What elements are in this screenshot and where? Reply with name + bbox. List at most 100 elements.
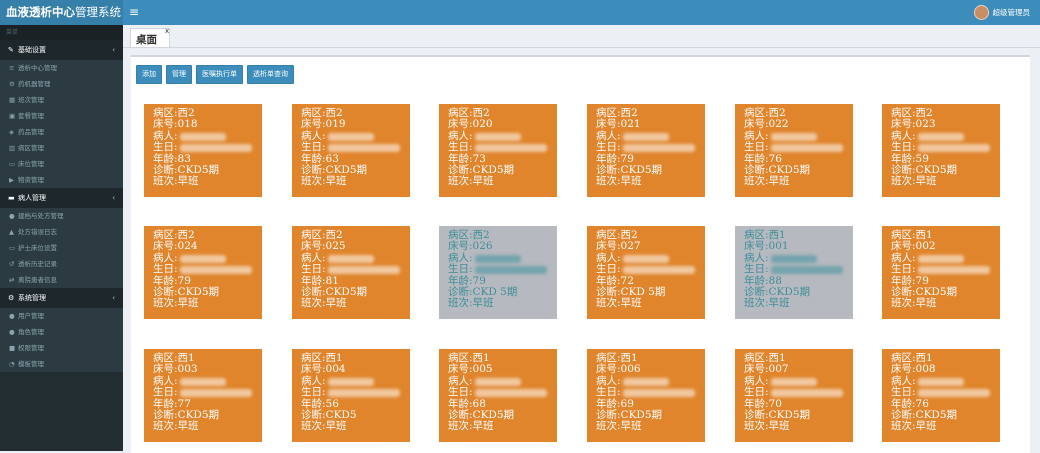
sidebar-item-label: 透析中心管理 xyxy=(18,64,57,72)
redacted-value xyxy=(179,254,226,263)
field-value: 027 xyxy=(620,240,641,253)
tab-desktop[interactable]: 桌面 x xyxy=(130,27,170,47)
patient-card[interactable]: 病区: 西2 床号:025 病人: 生日: 年龄:81 诊断: CKD5期 班次: 早班 xyxy=(292,226,410,319)
field-value: 早班 xyxy=(177,297,199,310)
patient-card[interactable]: 病区: 西2 床号:021 病人: 生日: 年龄:79 诊断: CKD5期 班次: 早班 xyxy=(587,104,705,197)
sidebar-item[interactable]: ▦ 班次管理 xyxy=(0,92,123,108)
patient-card[interactable]: 病区: 西2 床号:026 病人: 生日: 年龄:79 诊断: CKD 5期 班次: 早班 xyxy=(439,226,557,319)
card-line-birth: 生日: xyxy=(891,263,1000,275)
field-label: 生日 xyxy=(301,386,322,399)
patient-card[interactable]: 病区: 西2 床号:023 病人: 生日: 年龄:59 诊断: CKD5期 班次: 早班 xyxy=(882,104,1000,197)
patient-card[interactable]: 病区: 西1 床号:007 病人: 生日: 年龄:70 诊断: CKD5期 班次: 早班 xyxy=(735,349,853,442)
dialysis-query-button[interactable]: 透析单查询 xyxy=(247,65,294,84)
orders-execution-button[interactable]: 医嘱执行单 xyxy=(196,65,243,84)
field-value: 026 xyxy=(472,240,493,253)
redacted-value xyxy=(622,254,669,263)
close-icon[interactable]: x xyxy=(165,27,169,35)
field-label: 班次 xyxy=(891,420,912,433)
field-label: 班次 xyxy=(744,175,765,188)
card-line-birth: 生日: xyxy=(153,386,262,399)
sidebar-item-label: 处方错误日志 xyxy=(18,228,57,236)
patient-card[interactable]: 病区: 西1 床号:006 病人: 生日: 年龄:69 诊断: CKD5期 班次: 早班 xyxy=(587,349,705,442)
field-value: 早班 xyxy=(768,297,790,310)
field-value: 早班 xyxy=(325,297,347,310)
card-line-birth: 生日: xyxy=(448,386,557,399)
card-line-birth: 生日: xyxy=(744,141,853,153)
sidebar-item[interactable]: ⇄ 离院患者信息 xyxy=(0,272,123,288)
field-separator: : xyxy=(469,386,473,399)
patient-card[interactable]: 病区: 西2 床号:027 病人: 生日: 年龄:72 诊断: CKD 5期 班次: 早班 xyxy=(587,226,705,319)
field-value: 早班 xyxy=(620,297,642,310)
sidebar-item[interactable]: ≡ 透析中心管理 xyxy=(0,60,123,76)
user-menu[interactable]: 超级管理员 xyxy=(973,0,1030,25)
field-separator: : xyxy=(765,386,769,399)
sidebar-item[interactable]: ▭ 护士床位设置 xyxy=(0,240,123,256)
chevron-left-icon: ‹ xyxy=(112,294,115,302)
patient-card[interactable]: 病区: 西1 床号:004 病人: 生日: 年龄:56 诊断: CKD5 班次: 早班 xyxy=(292,349,410,442)
field-separator: : xyxy=(174,386,178,399)
field-value: 025 xyxy=(325,240,346,253)
add-button[interactable]: 添加 xyxy=(136,65,162,84)
patient-card[interactable]: 病区: 西1 床号:002 病人: 生日: 年龄:79 诊断: CKD5期 班次: 早班 xyxy=(882,226,1000,319)
field-label: 生日 xyxy=(448,386,469,399)
sidebar-item[interactable]: ⚙ 药机器管理 xyxy=(0,76,123,92)
field-label: 生日 xyxy=(891,141,912,154)
field-label: 班次 xyxy=(301,420,322,433)
patient-card[interactable]: 病区: 西2 床号:024 病人: 生日: 年龄:79 诊断: CKD5期 班次: 早班 xyxy=(144,226,262,319)
patient-card[interactable]: 病区: 西2 床号:019 病人: 生日: 年龄:63 诊断: CKD5期 班次: 早班 xyxy=(292,104,410,197)
sidebar-group-2[interactable]: ⚙ 系统管理 ‹ xyxy=(0,288,123,308)
patient-card[interactable]: 病区: 西1 床号:001 病人: 生日: 年龄:88 诊断: CKD5期 班次: 早班 xyxy=(735,226,853,319)
card-line-shift: 班次: 早班 xyxy=(596,297,705,310)
card-line-shift: 班次: 早班 xyxy=(891,420,1000,433)
redacted-value xyxy=(917,377,964,386)
menu-toggle-icon[interactable]: ≡ xyxy=(129,0,139,25)
field-separator: : xyxy=(322,263,326,276)
sidebar-item[interactable]: ▥ 病区管理 xyxy=(0,140,123,156)
sidebar-item[interactable]: ↺ 透析历史记录 xyxy=(0,256,123,272)
sidebar-item[interactable]: ▶ 物资管理 xyxy=(0,172,123,188)
sidebar-item[interactable]: ● 建档与处方管理 xyxy=(0,208,123,224)
patient-card[interactable]: 病区: 西1 床号:005 病人: 生日: 年龄:68 诊断: CKD5期 班次: 早班 xyxy=(439,349,557,442)
card-line-birth: 生日: xyxy=(891,386,1000,398)
field-separator: : xyxy=(174,141,178,154)
field-value: 早班 xyxy=(620,420,642,433)
patient-card[interactable]: 病区: 西2 床号:022 病人: 生日: 年龄:76 诊断: CKD5期 班次: 早班 xyxy=(735,104,853,197)
sidebar-item[interactable]: ▲ 处方错误日志 xyxy=(0,224,123,240)
manage-button[interactable]: 管理 xyxy=(166,65,192,84)
field-value: 020 xyxy=(472,118,493,131)
tab-bar: 桌面 x xyxy=(123,25,1040,48)
sidebar-group-0[interactable]: ✎ 基础设置 ‹ xyxy=(0,40,123,60)
patient-card[interactable]: 病区: 西2 床号:020 病人: 生日: 年龄:73 诊断: CKD5期 班次: 早班 xyxy=(439,104,557,197)
redacted-value xyxy=(474,132,521,141)
sidebar-header: 菜单 xyxy=(0,25,123,40)
card-line-birth: 生日: xyxy=(153,263,262,275)
patient-card[interactable]: 病区: 西1 床号:003 病人: 生日: 年龄:77 诊断: CKD5期 班次: 早班 xyxy=(144,349,262,442)
field-value: 早班 xyxy=(768,175,790,188)
sidebar-group-label: 基础设置 xyxy=(18,46,46,54)
sidebar-item[interactable]: ◈ 药品管理 xyxy=(0,124,123,140)
sidebar-item[interactable]: ● 角色管理 xyxy=(0,324,123,340)
sidebar-item[interactable]: ▣ 套餐管理 xyxy=(0,108,123,124)
avatar xyxy=(973,5,989,20)
sidebar-item[interactable]: ■ 权限管理 xyxy=(0,340,123,356)
patient-card[interactable]: 病区: 西1 床号:008 病人: 生日: 年龄:76 诊断: CKD5期 班次: 早班 xyxy=(882,349,1000,442)
sidebar-item[interactable]: ◔ 模板管理 xyxy=(0,356,123,372)
field-value: 002 xyxy=(915,240,936,253)
sidebar-group-1[interactable]: ▬ 病人管理 ‹ xyxy=(0,188,123,208)
app-logo[interactable]: 血液透析中心管理系统 xyxy=(0,0,123,25)
sidebar-item[interactable]: ● 用户管理 xyxy=(0,308,123,324)
redacted-value xyxy=(770,377,817,386)
field-separator: : xyxy=(469,263,473,276)
redacted-value xyxy=(917,266,990,275)
card-line-birth: 生日: xyxy=(301,141,410,153)
field-separator: : xyxy=(322,386,326,399)
field-separator: : xyxy=(617,141,621,154)
field-label: 班次 xyxy=(301,175,322,188)
patient-card[interactable]: 病区: 西2 床号:018 病人: 生日: 年龄:83 诊断: CKD5期 班次: 早班 xyxy=(144,104,262,197)
user-icon: ● xyxy=(9,212,15,220)
card-line-birth: 生日: xyxy=(891,141,1000,154)
main-panel: 添加 管理 医嘱执行单 透析单查询 病区: 西2 床号:018 病人: 生日: 年龄:83… xyxy=(131,55,1030,453)
field-label: 班次 xyxy=(596,175,617,188)
field-value: 007 xyxy=(768,363,789,376)
sidebar-item[interactable]: ▭ 床位管理 xyxy=(0,156,123,172)
